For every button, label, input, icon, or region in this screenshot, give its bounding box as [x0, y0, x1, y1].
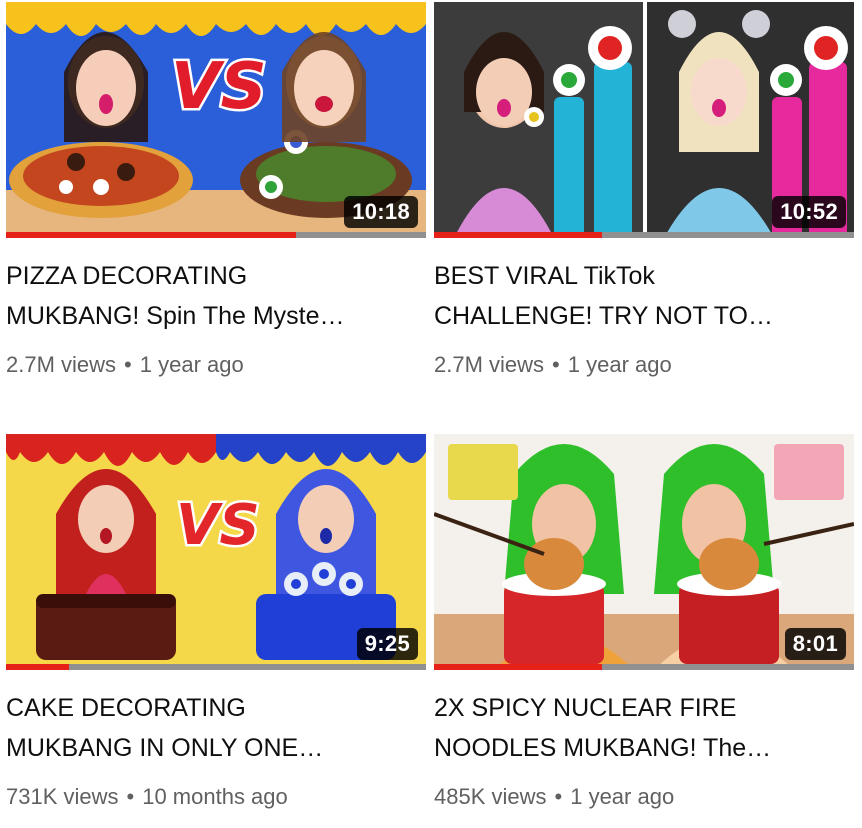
duration-badge: 10:18 [344, 196, 418, 228]
upload-age: 1 year ago [139, 352, 244, 377]
video-thumbnail[interactable]: 10:52 [434, 2, 854, 238]
duration-badge: 8:01 [784, 628, 846, 660]
separator-dot: • [124, 352, 132, 377]
view-count: 731K views [6, 784, 119, 809]
video-thumbnail[interactable]: VS 10:18 [6, 2, 426, 238]
watch-progress-fill [6, 664, 69, 670]
duration-badge: 10:52 [772, 196, 846, 228]
view-count: 485K views [434, 784, 547, 809]
video-title[interactable]: CAKE DECORATING MUKBANG IN ONLY ONE… [6, 688, 426, 768]
video-title-line: PIZZA DECORATING [6, 262, 248, 290]
upload-age: 1 year ago [567, 352, 672, 377]
separator-dot: • [554, 784, 563, 809]
watch-progress-bar [434, 664, 854, 670]
watch-progress-fill [434, 664, 602, 670]
video-title-line: 2X SPICY NUCLEAR FIRE [434, 694, 737, 722]
video-metadata: 485K views • 1 year ago [434, 784, 854, 810]
watch-progress-fill [6, 232, 296, 238]
video-card[interactable]: VS 10:18 PIZZA DECORATING MUKBANG! Spin … [6, 2, 426, 378]
video-card[interactable]: 10:52 BEST VIRAL TikTok CHALLENGE! TRY N… [434, 2, 854, 378]
separator-dot: • [126, 784, 135, 809]
video-metadata: 2.7M views • 1 year ago [434, 352, 854, 378]
video-card[interactable]: 8:01 2X SPICY NUCLEAR FIRE NOODLES MUKBA… [434, 434, 854, 810]
vs-overlay-text: VS [176, 493, 260, 558]
video-title-line: NOODLES MUKBANG! The… [434, 734, 772, 762]
upload-age: 1 year ago [570, 784, 675, 809]
watch-progress-fill [434, 232, 602, 238]
video-title[interactable]: PIZZA DECORATING MUKBANG! Spin The Myste… [6, 256, 426, 336]
watch-progress-bar [6, 664, 426, 670]
view-count: 2.7M views [6, 352, 117, 377]
video-title-line: MUKBANG IN ONLY ONE… [6, 734, 324, 762]
video-title[interactable]: BEST VIRAL TikTok CHALLENGE! TRY NOT TO… [434, 256, 854, 336]
video-thumbnail[interactable]: VS 9:25 [6, 434, 426, 670]
video-title[interactable]: 2X SPICY NUCLEAR FIRE NOODLES MUKBANG! T… [434, 688, 854, 768]
upload-age: 10 months ago [142, 784, 288, 809]
video-card[interactable]: VS 9:25 CAKE DECORATING MUKBANG IN ONLY … [6, 434, 426, 810]
video-thumbnail[interactable]: 8:01 [434, 434, 854, 670]
video-metadata: 2.7M views • 1 year ago [6, 352, 426, 378]
video-title-line: CHALLENGE! TRY NOT TO… [434, 302, 774, 330]
video-title-line: CAKE DECORATING [6, 694, 246, 722]
video-metadata: 731K views • 10 months ago [6, 784, 426, 810]
watch-progress-bar [434, 232, 854, 238]
watch-progress-bar [6, 232, 426, 238]
separator-dot: • [552, 352, 560, 377]
view-count: 2.7M views [434, 352, 545, 377]
duration-badge: 9:25 [356, 628, 418, 660]
vs-overlay-text: VS [171, 50, 267, 124]
video-title-line: BEST VIRAL TikTok [434, 262, 655, 290]
video-title-line: MUKBANG! Spin The Myste… [6, 302, 345, 330]
